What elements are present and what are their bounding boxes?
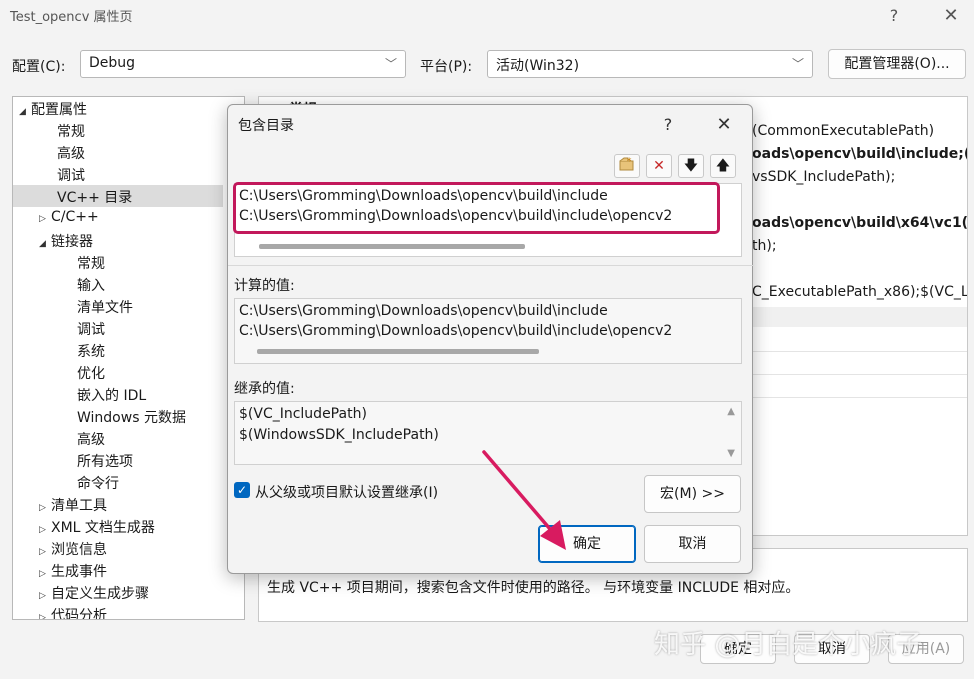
tree-item[interactable]: 调试 <box>57 165 85 185</box>
config-select[interactable]: Debug ﹀ <box>80 50 406 78</box>
tree-item[interactable]: ▷ 自定义生成步骤 <box>39 583 149 603</box>
divider <box>228 265 754 266</box>
grid-row-value[interactable]: oads\opencv\build\include;( <box>752 146 967 162</box>
svg-text:*: * <box>627 157 632 167</box>
expand-icon: ▷ <box>39 591 46 601</box>
tree-item[interactable]: 优化 <box>77 363 105 383</box>
close-icon[interactable]: ✕ <box>939 5 963 26</box>
macro-button[interactable]: 宏(M) >> <box>644 475 741 513</box>
platform-label: 平台(P): <box>420 59 473 75</box>
dialog-title: 包含目录 <box>238 118 294 134</box>
config-manager-button[interactable]: 配置管理器(O)... <box>828 49 966 79</box>
horizontal-scrollbar[interactable] <box>257 349 539 354</box>
description-text: 生成 VC++ 项目期间，搜索包含文件时使用的路径。 与环境变量 INCLUDE… <box>267 580 800 596</box>
expand-icon: ◢ <box>39 239 46 249</box>
chevron-down-icon: ﹀ <box>384 57 397 71</box>
computed-values-box: C:\Users\Gromming\Downloads\opencv\build… <box>234 298 742 364</box>
annotation-arrow <box>482 450 566 550</box>
expand-icon: ◢ <box>19 107 26 117</box>
computed-value: C:\Users\Gromming\Downloads\opencv\build… <box>239 303 608 319</box>
inherited-value: $(VC_IncludePath) <box>239 406 367 422</box>
delete-icon[interactable]: ✕ <box>646 154 672 178</box>
tree-item[interactable]: ▷ 生成事件 <box>39 561 107 581</box>
grid-divider <box>752 374 967 375</box>
move-down-icon[interactable]: 🡇 <box>678 154 704 178</box>
config-label: 配置(C): <box>12 59 66 75</box>
tree-item[interactable]: 系统 <box>77 341 105 361</box>
tree-item[interactable]: ▷ 浏览信息 <box>39 539 107 559</box>
tree-item[interactable]: ▷ XML 文档生成器 <box>39 517 155 537</box>
tree-item[interactable]: 常规 <box>77 253 105 273</box>
tree-item[interactable]: ▷ 清单工具 <box>39 495 107 515</box>
platform-value: 活动(Win32) <box>496 58 580 74</box>
scroll-up-icon[interactable]: ▲ <box>727 406 735 417</box>
tree-item[interactable]: 输入 <box>77 275 105 295</box>
expand-icon: ▷ <box>39 613 46 620</box>
expand-icon: ▷ <box>39 503 46 513</box>
new-line-icon[interactable]: * <box>614 154 640 178</box>
platform-select[interactable]: 活动(Win32) ﹀ <box>487 50 813 78</box>
chevron-down-icon: ﹀ <box>791 57 804 71</box>
tree-item[interactable]: 清单文件 <box>77 297 133 317</box>
grid-row-value[interactable]: C_ExecutablePath_x86);$(VC_L <box>752 284 967 300</box>
move-up-icon[interactable]: 🡅 <box>710 154 736 178</box>
tree-item-vc-directories[interactable]: VC++ 目录 <box>13 185 223 207</box>
tree-item-config-properties[interactable]: ◢ 配置属性 <box>19 99 87 119</box>
tree-item[interactable]: 高级 <box>77 429 105 449</box>
grid-row-value[interactable]: vsSDK_IncludePath); <box>752 169 895 185</box>
expand-icon: ▷ <box>39 525 46 535</box>
expand-icon: ▷ <box>39 214 46 224</box>
tree-item[interactable]: 命令行 <box>77 473 119 493</box>
tree-item[interactable]: 常规 <box>57 121 85 141</box>
config-value: Debug <box>89 55 136 71</box>
computed-label: 计算的值: <box>234 278 295 294</box>
tree-item-cpp[interactable]: ▷ C/C++ <box>39 209 99 225</box>
expand-icon: ▷ <box>39 547 46 557</box>
inherited-value: $(WindowsSDK_IncludePath) <box>239 427 439 443</box>
dialog-close-icon[interactable]: ✕ <box>712 114 736 135</box>
help-icon[interactable]: ? <box>882 6 906 25</box>
dialog-help-icon[interactable]: ? <box>656 115 680 134</box>
grid-row-value[interactable]: oads\opencv\build\x64\vc1( <box>752 215 967 231</box>
inherit-checkbox[interactable]: ✓ <box>234 482 250 498</box>
grid-divider <box>752 351 967 352</box>
highlight-box <box>233 182 720 234</box>
scroll-down-icon[interactable]: ▼ <box>727 448 735 459</box>
tree-item[interactable]: Windows 元数据 <box>77 407 186 427</box>
inherit-checkbox-label[interactable]: 从父级或项目默认设置继承(I) <box>255 482 438 502</box>
tree-item[interactable]: 调试 <box>77 319 105 339</box>
tree-item[interactable]: ▷ 代码分析 <box>39 605 107 620</box>
window-title: Test_opencv 属性页 <box>10 10 133 25</box>
expand-icon: ▷ <box>39 569 46 579</box>
property-tree: ◢ 配置属性 常规 高级 调试 VC++ 目录 ▷ C/C++ ◢ 链接器 常规 输入… <box>12 96 245 620</box>
grid-row-shade <box>752 307 967 327</box>
tree-item[interactable]: 所有选项 <box>77 451 133 471</box>
grid-row-value[interactable]: th); <box>752 238 777 254</box>
tree-item-linker[interactable]: ◢ 链接器 <box>39 231 93 251</box>
computed-value: C:\Users\Gromming\Downloads\opencv\build… <box>239 323 673 339</box>
dialog-cancel-button[interactable]: 取消 <box>644 525 741 563</box>
tree-item[interactable]: 嵌入的 IDL <box>77 385 146 405</box>
grid-row-value[interactable]: (CommonExecutablePath) <box>752 123 934 139</box>
tree-item[interactable]: 高级 <box>57 143 85 163</box>
watermark: 知乎 @月白是个小疯子 <box>654 630 923 660</box>
inherited-label: 继承的值: <box>234 381 295 397</box>
grid-divider <box>752 397 967 398</box>
horizontal-scrollbar[interactable] <box>259 244 525 249</box>
